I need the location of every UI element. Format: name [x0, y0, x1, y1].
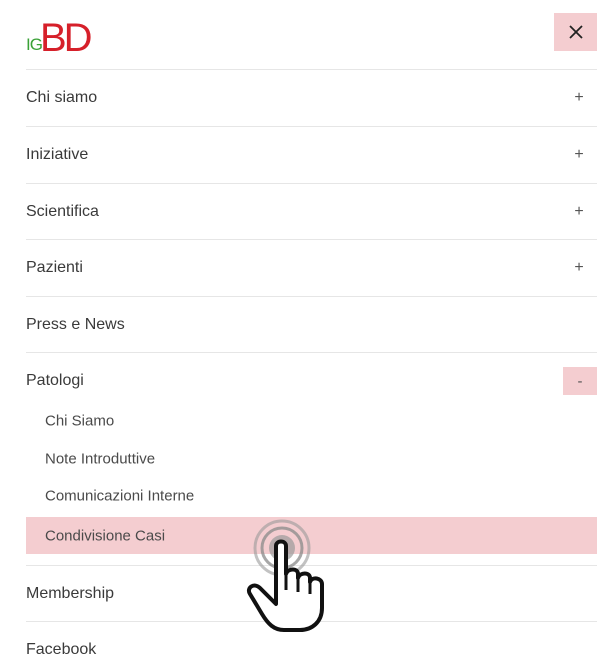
close-icon	[568, 25, 583, 39]
mobile-menu-page: IG BD Chi siamo + Iniziative + Scientifi…	[0, 0, 597, 657]
menu-header: IG BD	[0, 0, 597, 69]
submenu-item-label: Condivisione Casi	[45, 527, 166, 544]
menu-item-patologi[interactable]: Patologi -	[0, 353, 597, 409]
menu-item-label: Chi siamo	[26, 89, 98, 106]
menu-item-pazienti[interactable]: Pazienti +	[0, 240, 597, 296]
menu-item-label: Scientifica	[26, 203, 99, 220]
collapse-minus-button[interactable]: -	[563, 367, 597, 395]
menu-item-facebook[interactable]: Facebook	[0, 622, 597, 657]
close-menu-button[interactable]	[554, 13, 597, 51]
menu-item-press-e-news[interactable]: Press e News	[0, 297, 597, 353]
expand-plus-icon[interactable]: +	[571, 259, 587, 277]
expand-plus-icon[interactable]: +	[571, 146, 587, 164]
submenu-item-label: Chi Siamo	[45, 412, 115, 429]
submenu-item-label: Note Introduttive	[45, 450, 156, 467]
menu-item-chi-siamo[interactable]: Chi siamo +	[0, 70, 597, 126]
expand-plus-icon[interactable]: +	[571, 89, 587, 107]
menu-item-label: Facebook	[26, 641, 97, 657]
menu-item-label: Press e News	[26, 316, 125, 333]
menu-item-membership[interactable]: Membership	[0, 566, 597, 622]
menu-item-label: Patologi	[26, 372, 84, 389]
logo-main: BD	[40, 16, 93, 60]
submenu-item-comunicazioni-interne[interactable]: Comunicazioni Interne	[26, 477, 597, 514]
submenu-item-chi-siamo[interactable]: Chi Siamo	[26, 402, 597, 439]
menu-item-label: Pazienti	[26, 259, 83, 276]
menu-item-label: Iniziative	[26, 146, 89, 163]
menu-item-scientifica[interactable]: Scientifica +	[0, 184, 597, 240]
expand-plus-icon[interactable]: +	[571, 203, 587, 221]
menu-item-label: Membership	[26, 585, 115, 602]
submenu-item-label: Comunicazioni Interne	[45, 487, 195, 504]
submenu-item-note-introduttive[interactable]: Note Introduttive	[26, 440, 597, 477]
menu-item-iniziative[interactable]: Iniziative +	[0, 127, 597, 183]
submenu-item-condivisione-casi[interactable]: Condivisione Casi	[26, 517, 597, 554]
